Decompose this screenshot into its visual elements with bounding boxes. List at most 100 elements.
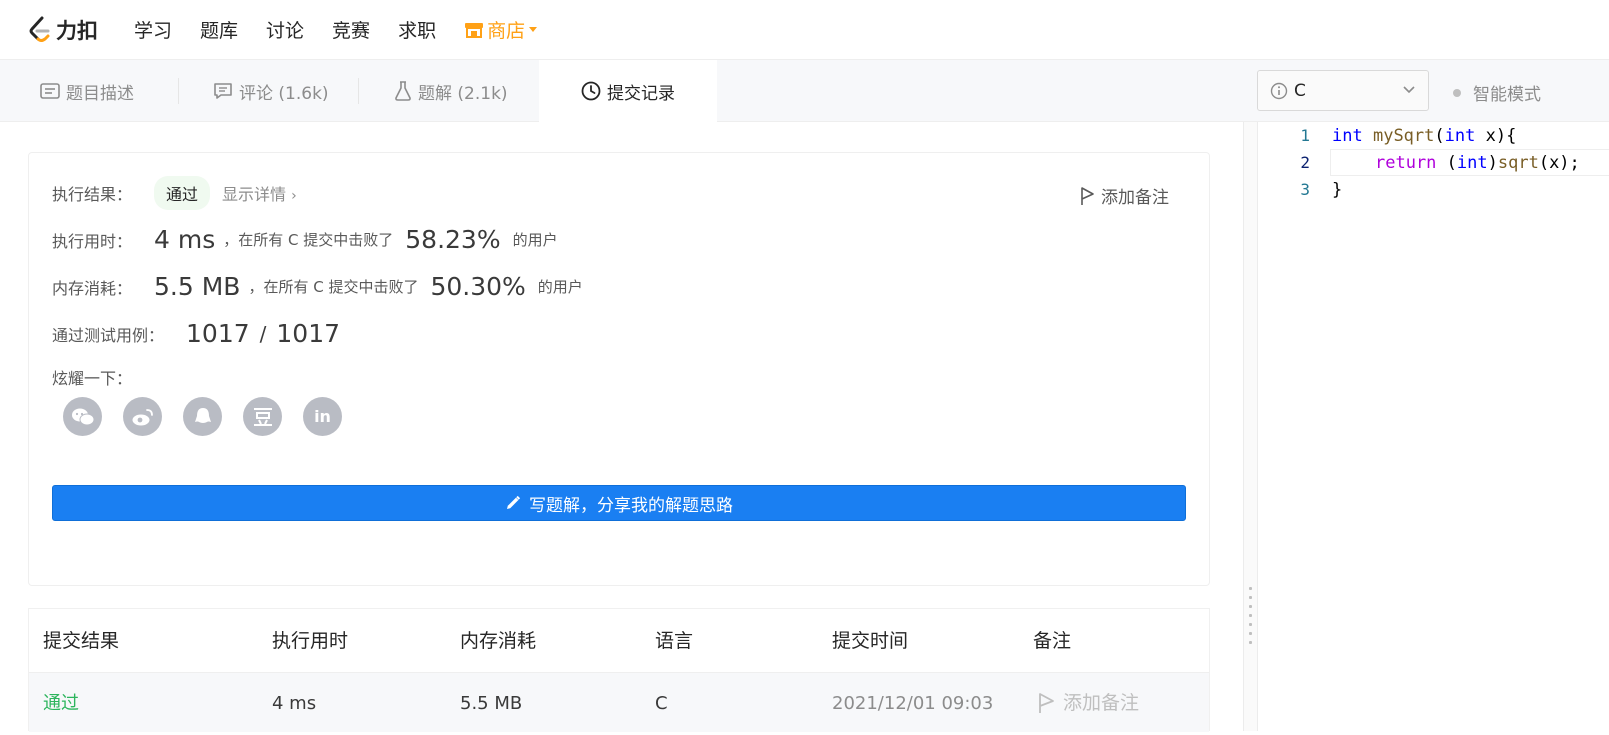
tab-solutions[interactable]: 题解 (2.1k) xyxy=(394,60,508,122)
table-header xyxy=(29,609,1209,673)
language-value: C xyxy=(1294,80,1306,101)
col-memory: 内存消耗 xyxy=(460,630,537,652)
result-card: 执行结果： 通过 显示详情 › 添加备注 执行用时： 4 ms ，在所有 C 提… xyxy=(28,152,1210,586)
show-detail-link[interactable]: 显示详情 › xyxy=(222,181,297,205)
row-memory: 5.5 MB xyxy=(460,693,523,714)
memory-percentile: 50.30% xyxy=(430,272,526,301)
tab-comments[interactable]: 评论 (1.6k) xyxy=(213,60,329,122)
row-runtime: 4 ms xyxy=(272,693,317,714)
show-detail-label: 显示详情 xyxy=(222,185,287,204)
qq-glyph xyxy=(194,407,211,423)
description-icon xyxy=(40,83,60,99)
code-text: return (int)sqrt(x); xyxy=(1375,152,1580,173)
code-line-3: 3 } xyxy=(1258,176,1609,203)
qq-icon[interactable] xyxy=(183,397,222,436)
language-select[interactable]: C xyxy=(1257,70,1429,111)
add-note-label: 添加备注 xyxy=(1101,188,1169,208)
chevron-down-icon xyxy=(529,27,538,32)
testcase-passed: 1017 xyxy=(186,319,250,348)
line-number: 1 xyxy=(1300,126,1310,145)
row-result-link[interactable]: 通过 xyxy=(43,673,79,732)
nav-contest[interactable]: 竞赛 xyxy=(332,16,370,43)
write-solution-label: 写题解，分享我的解题思路 xyxy=(529,495,733,516)
memory-beat-text: ，在所有 C 提交中击败了 xyxy=(248,278,419,296)
smart-mode-toggle[interactable]: 智能模式 xyxy=(1453,80,1541,105)
code-text: int mySqrt(int x){ xyxy=(1332,125,1517,146)
nav-discuss[interactable]: 讨论 xyxy=(266,16,304,43)
status-badge: 通过 xyxy=(154,176,211,210)
nav-store[interactable]: 商店 xyxy=(464,16,538,43)
write-solution-button[interactable]: 写题解，分享我的解题思路 xyxy=(52,485,1186,521)
submission-detail-pane: 执行结果： 通过 显示详情 › 添加备注 执行用时： 4 ms ，在所有 C 提… xyxy=(0,122,1243,732)
runtime-value: 4 ms xyxy=(154,225,216,254)
top-navbar: 力扣 学习 题库 讨论 竞赛 求职 商店 xyxy=(0,0,1609,60)
col-language: 语言 xyxy=(655,630,694,652)
leetcode-logo[interactable]: 力扣 xyxy=(28,15,98,45)
testcase-row: 通过测试用例： 1017 / 1017 xyxy=(52,319,340,348)
weibo-glyph xyxy=(132,408,153,425)
share-icons: in xyxy=(63,397,363,436)
col-note: 备注 xyxy=(1033,630,1072,652)
row-time: 2021/12/01 09:03 xyxy=(832,693,994,714)
pencil-icon xyxy=(507,495,521,509)
wechat-icon[interactable] xyxy=(63,397,102,436)
table-row[interactable] xyxy=(29,673,1209,732)
code-editor[interactable]: 1 int mySqrt(int x){ 2 return (int)sqrt(… xyxy=(1257,122,1609,731)
testcase-separator: / xyxy=(259,321,267,346)
runtime-users-suffix: 的用户 xyxy=(512,231,558,249)
runtime-row: 执行用时： 4 ms ，在所有 C 提交中击败了 58.23% 的用户 xyxy=(52,225,558,254)
resize-grip-icon xyxy=(1249,587,1252,650)
flag-icon xyxy=(1081,186,1094,205)
testcase-total: 1017 xyxy=(276,319,341,348)
wechat-glyph xyxy=(71,408,94,425)
smart-mode-label: 智能模式 xyxy=(1473,85,1541,105)
result-status-row: 执行结果： 通过 显示详情 › xyxy=(52,176,297,210)
tab-divider xyxy=(358,78,359,104)
status-dot-icon xyxy=(1453,88,1461,97)
code-line-2: 2 return (int)sqrt(x); xyxy=(1258,149,1609,176)
col-time: 提交时间 xyxy=(832,630,909,652)
col-result: 提交结果 xyxy=(43,630,120,652)
runtime-percentile: 58.23% xyxy=(405,225,501,254)
row-language: C xyxy=(655,693,668,714)
weibo-icon[interactable] xyxy=(123,397,162,436)
nav-store-label: 商店 xyxy=(487,20,526,42)
tab-submissions[interactable]: 提交记录 xyxy=(539,60,717,122)
nav-jobs[interactable]: 求职 xyxy=(398,16,436,43)
douban-glyph xyxy=(253,407,272,426)
row-add-note-button[interactable]: 添加备注 xyxy=(1037,673,1139,732)
nav-problems[interactable]: 题库 xyxy=(200,16,238,43)
nav-learn[interactable]: 学习 xyxy=(134,16,172,43)
code-line-1: 1 int mySqrt(int x){ xyxy=(1258,122,1609,149)
flag-icon xyxy=(1039,692,1054,713)
clock-icon xyxy=(581,81,601,101)
tab-comments-label: 评论 (1.6k) xyxy=(239,83,329,104)
testcase-label: 通过测试用例： xyxy=(52,325,165,345)
share-label: 炫耀一下： xyxy=(52,369,133,388)
tab-description[interactable]: 题目描述 xyxy=(40,60,134,122)
editor-toolbar: C 智能模式 xyxy=(1243,60,1609,122)
col-runtime: 执行用时 xyxy=(272,630,349,652)
chevron-right-icon: › xyxy=(291,188,297,204)
row-add-note-label: 添加备注 xyxy=(1063,691,1140,714)
memory-value: 5.5 MB xyxy=(154,272,241,301)
add-note-button[interactable]: 添加备注 xyxy=(1079,183,1169,208)
chevron-down-icon xyxy=(1403,86,1415,94)
memory-row: 内存消耗： 5.5 MB ，在所有 C 提交中击败了 50.30% 的用户 xyxy=(52,272,583,301)
line-number: 2 xyxy=(1300,153,1310,172)
tab-divider xyxy=(178,78,179,104)
tab-solutions-label: 题解 (2.1k) xyxy=(418,83,508,104)
code-text: } xyxy=(1332,179,1343,200)
linkedin-icon[interactable]: in xyxy=(303,397,342,436)
runtime-beat-text: ，在所有 C 提交中击败了 xyxy=(223,231,394,249)
store-icon xyxy=(465,22,484,38)
tab-description-label: 题目描述 xyxy=(66,83,134,104)
runtime-label: 执行用时： xyxy=(52,231,133,251)
submissions-table: 提交结果 执行用时 内存消耗 语言 提交时间 备注 通过 4 ms 5.5 MB… xyxy=(28,608,1210,732)
tab-submissions-label: 提交记录 xyxy=(607,83,675,104)
douban-icon[interactable] xyxy=(243,397,282,436)
logo-text: 力扣 xyxy=(56,18,98,43)
flask-icon xyxy=(395,81,411,101)
status-label: 执行结果： xyxy=(52,185,133,204)
line-number: 3 xyxy=(1300,180,1310,199)
